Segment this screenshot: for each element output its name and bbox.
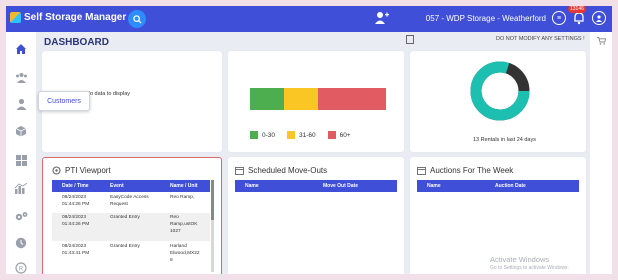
watermark-title: Activate Windows <box>490 255 550 264</box>
pti-row-event: Granted Entry <box>110 244 140 249</box>
sidebar-registered-icon[interactable]: R <box>14 261 28 274</box>
notifications-button[interactable]: 13146 <box>568 6 586 25</box>
pti-row-date: 08/24/2023 <box>62 195 87 200</box>
aging-legend: 0-30 31-60 60+ <box>250 131 351 139</box>
pti-row-event: Granted Entry <box>110 215 140 220</box>
pti-row[interactable]: 08/24/2023 01:43:41 PM Granted Entry Har… <box>52 242 210 270</box>
pti-row-time: 01:43:41 PM <box>62 251 90 256</box>
app-window: Self Storage Manager 057 - WDP Storage -… <box>6 6 612 274</box>
aging-legend-item: 31-60 <box>287 131 316 139</box>
pti-col-event: Event <box>110 183 124 189</box>
header-right: 057 - WDP Storage - Weatherford ≡ 13146 <box>426 6 606 25</box>
pti-row-name-2: Elwood,MX22 <box>170 251 200 256</box>
sidebar-group-icon[interactable] <box>14 70 28 84</box>
aging-legend-label: 0-30 <box>262 131 276 139</box>
app-logo-icon <box>10 12 21 23</box>
search-button[interactable] <box>128 10 146 28</box>
pti-row[interactable]: 08/24/2023 01:44:26 PM EasyCode Access R… <box>52 193 210 213</box>
pti-table-header: Date / Time Event Name / Unit <box>52 180 210 192</box>
add-user-button[interactable] <box>374 11 390 25</box>
sidebar-box-icon[interactable] <box>14 124 28 138</box>
activation-watermark: Activate Windows Go to Settings to activ… <box>490 255 569 273</box>
customers-tooltip: Customers <box>38 91 90 111</box>
pti-row[interactable]: 08/24/2023 01:44:26 PM Granted Entry Reo… <box>52 213 210 241</box>
moveouts-table-header: Name Move Out Date <box>235 180 397 192</box>
moveouts-title: Scheduled Move-Outs <box>235 166 327 175</box>
settings-notice: DO NOT MODIFY ANY SETTINGS ! <box>496 36 585 42</box>
aging-legend-swatch <box>287 131 296 139</box>
sidebar-reports-icon[interactable] <box>14 181 28 195</box>
moveouts-col-date: Move Out Date <box>323 183 359 189</box>
pti-row-name-3: 1027 <box>170 229 181 234</box>
aging-bar-segment <box>318 88 386 110</box>
aging-legend-label: 60+ <box>339 131 351 139</box>
pti-row-name: Reo Ramp, <box>170 195 195 200</box>
pti-row-name: Harland <box>170 244 187 249</box>
store-selector[interactable]: 057 - WDP Storage - Weatherford <box>426 14 546 23</box>
sidebar: R <box>6 32 36 274</box>
pti-scrollbar-thumb[interactable] <box>211 180 214 220</box>
moveouts-col-name: Name <box>245 183 259 189</box>
aging-legend-item: 0-30 <box>250 131 275 139</box>
search-icon <box>132 14 142 24</box>
pti-row-date: 08/24/2023 <box>62 215 87 220</box>
auctions-title: Auctions For The Week <box>417 166 513 175</box>
pti-row-name: Reo <box>170 215 179 220</box>
aging-legend-swatch <box>327 131 336 139</box>
aging-legend-item: 60+ <box>327 131 351 139</box>
auctions-table-header: Name Auction Date <box>417 180 579 192</box>
sidebar-history-icon[interactable] <box>14 236 28 250</box>
moveouts-title-text: Scheduled Move-Outs <box>248 166 328 175</box>
rentals-donut-chart <box>470 61 530 121</box>
aging-bar <box>250 88 386 110</box>
add-user-icon <box>375 12 389 24</box>
chat-icon[interactable]: ≡ <box>552 11 566 25</box>
pti-row-time: 01:44:26 PM <box>62 222 90 227</box>
pti-row-name-2: Ramp,ustOK <box>170 222 198 227</box>
pti-col-date: Date / Time <box>62 183 89 189</box>
app-title: Self Storage Manager <box>24 12 127 23</box>
top-bar: Self Storage Manager 057 - WDP Storage -… <box>6 6 612 32</box>
auctions-col-date: Auction Date <box>495 183 526 189</box>
user-account-icon[interactable] <box>592 11 606 25</box>
aging-bar-segment <box>284 88 318 110</box>
auctions-col-name: Name <box>427 183 441 189</box>
sidebar-settings-icon[interactable] <box>14 209 28 223</box>
watermark-subtitle: Go to Settings to activate Windows. <box>490 265 569 271</box>
auctions-title-text: Auctions For The Week <box>430 166 514 175</box>
calendar-icon <box>417 167 426 175</box>
page-title: DASHBOARD <box>44 37 109 48</box>
calendar-icon <box>235 167 244 175</box>
pti-row-event: EasyCode Access <box>110 195 149 200</box>
pti-row-time: 01:44:26 PM <box>62 202 90 207</box>
bell-icon <box>574 12 584 25</box>
aging-bar-segment <box>250 88 284 110</box>
pti-col-name: Name / Unit <box>170 183 198 189</box>
sidebar-units-icon[interactable] <box>14 153 28 167</box>
document-icon[interactable] <box>406 35 414 44</box>
pti-title-text: PTI Viewport <box>65 166 111 175</box>
brand[interactable]: Self Storage Manager <box>10 12 126 23</box>
svg-text:R: R <box>19 266 24 272</box>
sidebar-home-icon[interactable] <box>14 42 28 56</box>
right-panel <box>590 32 612 274</box>
pti-title: PTI Viewport <box>52 166 111 175</box>
notification-badge: 13146 <box>568 6 586 13</box>
pti-row-date: 08/24/2023 <box>62 244 87 249</box>
aging-legend-swatch <box>250 131 258 139</box>
pti-row-event-2: Request <box>110 202 128 207</box>
cart-icon[interactable] <box>597 37 607 47</box>
pti-row-name-3: 8 <box>170 258 173 263</box>
sidebar-customers-icon[interactable] <box>14 97 28 111</box>
aging-legend-label: 31-60 <box>299 131 316 139</box>
gear-icon <box>52 166 61 175</box>
rentals-caption: 13 Rentals in last 24 days <box>473 137 536 143</box>
no-data-text: No data to display <box>86 91 131 97</box>
